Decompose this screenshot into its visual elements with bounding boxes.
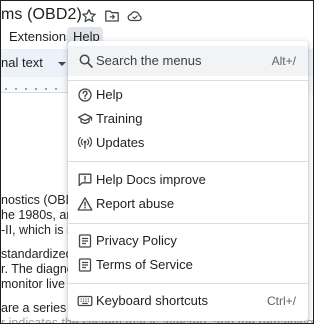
ruler-tick [55,88,57,90]
menu-item-help[interactable]: Help [68,83,308,107]
menu-item-updates[interactable]: Updates [68,131,308,155]
menu-item-terms-of-service[interactable]: Terms of Service [68,253,308,277]
help-menu: Search the menus Alt+/ Help Training Upd… [68,41,308,321]
graduation-cap-icon [77,111,93,127]
warning-icon [77,196,93,212]
menu-separator [68,283,308,284]
document-title[interactable]: ms (OBD2) [1,6,82,24]
document-icon [77,257,93,273]
title-bar: ms (OBD2) [1,1,313,29]
document-icon [77,233,93,249]
search-menus-item[interactable]: Search the menus Alt+/ [68,46,308,76]
menu-extensions[interactable]: Extensions [9,27,73,46]
menu-item-label: Privacy Policy [96,233,177,248]
ruler-tick [35,88,37,90]
menu-item-keyboard-shortcuts[interactable]: Keyboard shortcuts Ctrl+/ [68,289,308,313]
help-circle-icon [77,87,93,103]
move-to-folder-icon[interactable] [104,8,120,24]
document-text-line[interactable]: nostics (OBD [1,193,75,207]
menu-separator [68,80,308,81]
ruler-tick [45,88,47,90]
menu-item-training[interactable]: Training [68,107,308,131]
search-menus-label: Search the menus [96,53,202,68]
keyboard-icon [77,293,93,309]
menu-item-label: Report abuse [96,196,175,211]
menu-item-privacy-policy[interactable]: Privacy Policy [68,229,308,253]
ruler [1,79,71,93]
feedback-icon [77,172,93,188]
ruler-tick [5,88,7,90]
cloud-saved-icon[interactable] [127,8,143,24]
menu-separator [68,223,308,224]
star-icon[interactable] [81,8,97,24]
menu-item-label: Terms of Service [96,257,193,272]
document-text-line[interactable]: -II, which is re [1,223,78,237]
menu-item-report-abuse[interactable]: Report abuse [68,192,308,216]
menu-item-label: Updates [96,135,145,150]
menu-item-label: Help [96,87,123,102]
menu-item-label: Keyboard shortcuts [96,293,209,308]
menu-separator [68,161,308,162]
menu-item-label: Help Docs improve [96,172,206,187]
document-text-line[interactable]: standardized [1,247,73,261]
caret-down-icon[interactable] [57,59,67,69]
menu-item-shortcut: Ctrl+/ [266,294,296,308]
menu-item-label: Training [96,111,143,126]
document-text-line[interactable]: are a series o [1,301,77,315]
app-frame: ms (OBD2) Extensions Help nal text nosti… [0,0,314,324]
broadcast-icon [77,135,93,151]
ruler-tick [15,88,17,90]
paragraph-style-select[interactable]: nal text [1,55,43,70]
search-menus-shortcut: Alt+/ [271,54,296,68]
ruler-tick [25,88,27,90]
search-icon [78,53,94,69]
menu-item-help-docs-improve[interactable]: Help Docs improve [68,168,308,192]
